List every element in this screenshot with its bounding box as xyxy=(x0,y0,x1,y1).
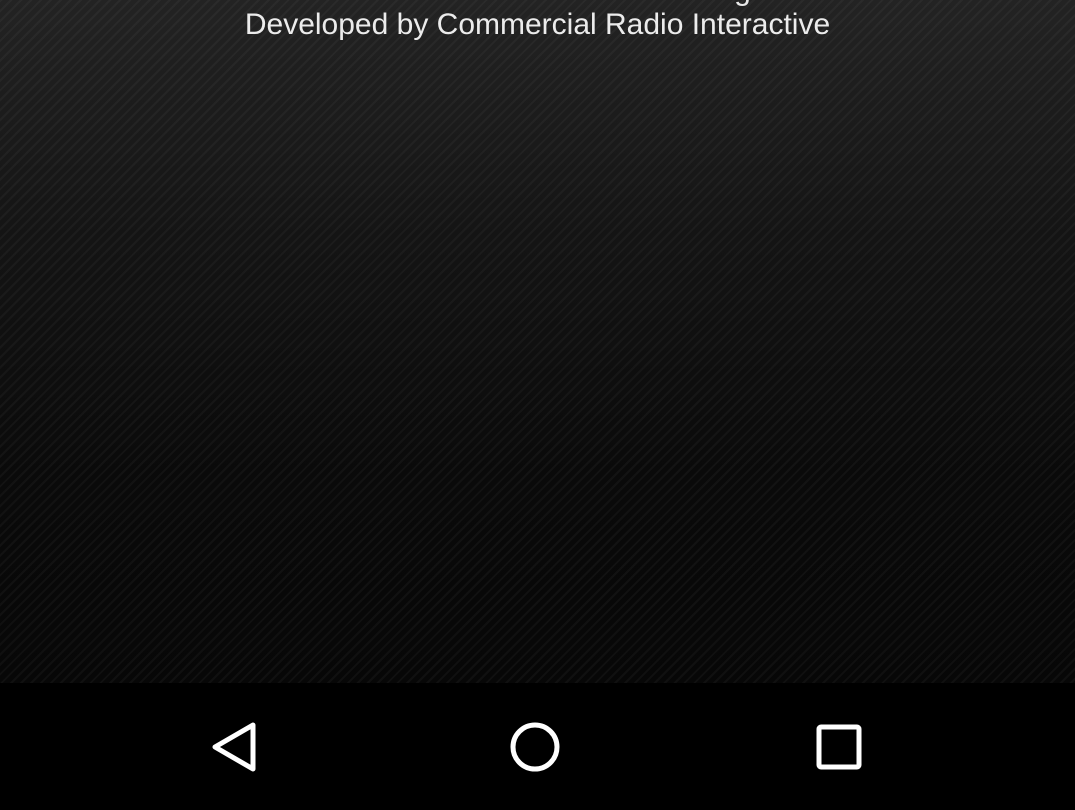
system-navigation-bar xyxy=(0,683,1075,810)
clipped-glyph: g xyxy=(734,0,751,7)
about-content: g Developed by Commercial Radio Interact… xyxy=(0,0,1075,683)
app-screen: g Developed by Commercial Radio Interact… xyxy=(0,0,1075,810)
recents-button[interactable] xyxy=(769,683,909,810)
recents-square-icon xyxy=(816,724,862,769)
home-button[interactable] xyxy=(465,683,605,810)
back-triangle-icon xyxy=(212,722,256,771)
home-circle-icon xyxy=(510,722,560,771)
back-button[interactable] xyxy=(164,683,304,810)
developer-credit-text: Developed by Commercial Radio Interactiv… xyxy=(244,8,831,41)
